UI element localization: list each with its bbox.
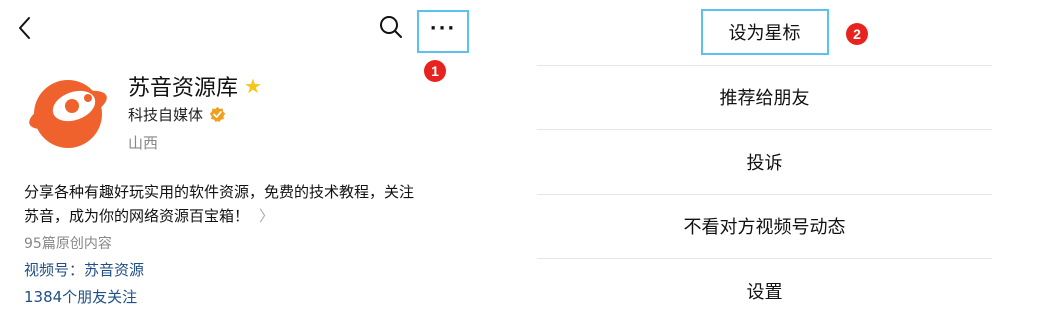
chevron-left-icon xyxy=(19,17,30,39)
menu-item-settings[interactable]: 设置 xyxy=(537,258,992,323)
options-menu: 设为星标 推荐给朋友 投诉 不看对方视频号动态 设置 xyxy=(537,0,992,323)
more-icon: ··· xyxy=(429,17,457,39)
search-button[interactable] xyxy=(378,14,406,42)
back-button[interactable] xyxy=(12,14,36,42)
profile-bio[interactable]: 分享各种有趣好玩实用的软件资源，免费的技术教程，关注 苏音，成为你的网络资源百宝… xyxy=(24,180,464,228)
verified-icon xyxy=(209,106,226,123)
menu-item-settings-label: 设置 xyxy=(746,281,783,303)
star-icon: ★ xyxy=(244,74,262,98)
step-badge-2: 2 xyxy=(846,23,868,45)
bio-line-2: 苏音，成为你的网络资源百宝箱！ xyxy=(24,207,250,225)
bio-line-1: 分享各种有趣好玩实用的软件资源，免费的技术教程，关注 xyxy=(24,183,415,201)
original-count: 95篇原创内容 xyxy=(24,236,112,252)
profile-location: 山西 xyxy=(128,134,159,152)
search-icon xyxy=(380,16,402,38)
more-options-button[interactable]: ··· xyxy=(417,10,469,53)
menu-item-star-label: 设为星标 xyxy=(700,9,829,56)
menu-item-report-label: 投诉 xyxy=(746,152,783,174)
menu-item-star[interactable]: 设为星标 xyxy=(537,0,992,65)
profile-type: 科技自媒体 xyxy=(128,106,204,124)
step-badge-1: 1 xyxy=(424,60,446,82)
profile-type-row: 科技自媒体 xyxy=(128,104,226,125)
menu-item-hide-channel-updates[interactable]: 不看对方视频号动态 xyxy=(537,193,992,259)
chevron-right-icon: 〉 xyxy=(259,207,275,225)
channel-link[interactable]: 视频号：苏音资源 xyxy=(24,259,144,280)
menu-item-recommend-label: 推荐给朋友 xyxy=(719,88,810,110)
friends-following-link[interactable]: 1384个朋友关注 xyxy=(24,286,137,307)
profile-name: 苏音资源库 xyxy=(128,76,239,101)
avatar xyxy=(26,70,110,154)
profile-name-row: 苏音资源库 ★ xyxy=(128,70,262,102)
menu-item-recommend[interactable]: 推荐给朋友 xyxy=(537,64,992,130)
menu-item-hide-channel-updates-label: 不看对方视频号动态 xyxy=(683,217,846,239)
menu-item-report[interactable]: 投诉 xyxy=(537,129,992,194)
